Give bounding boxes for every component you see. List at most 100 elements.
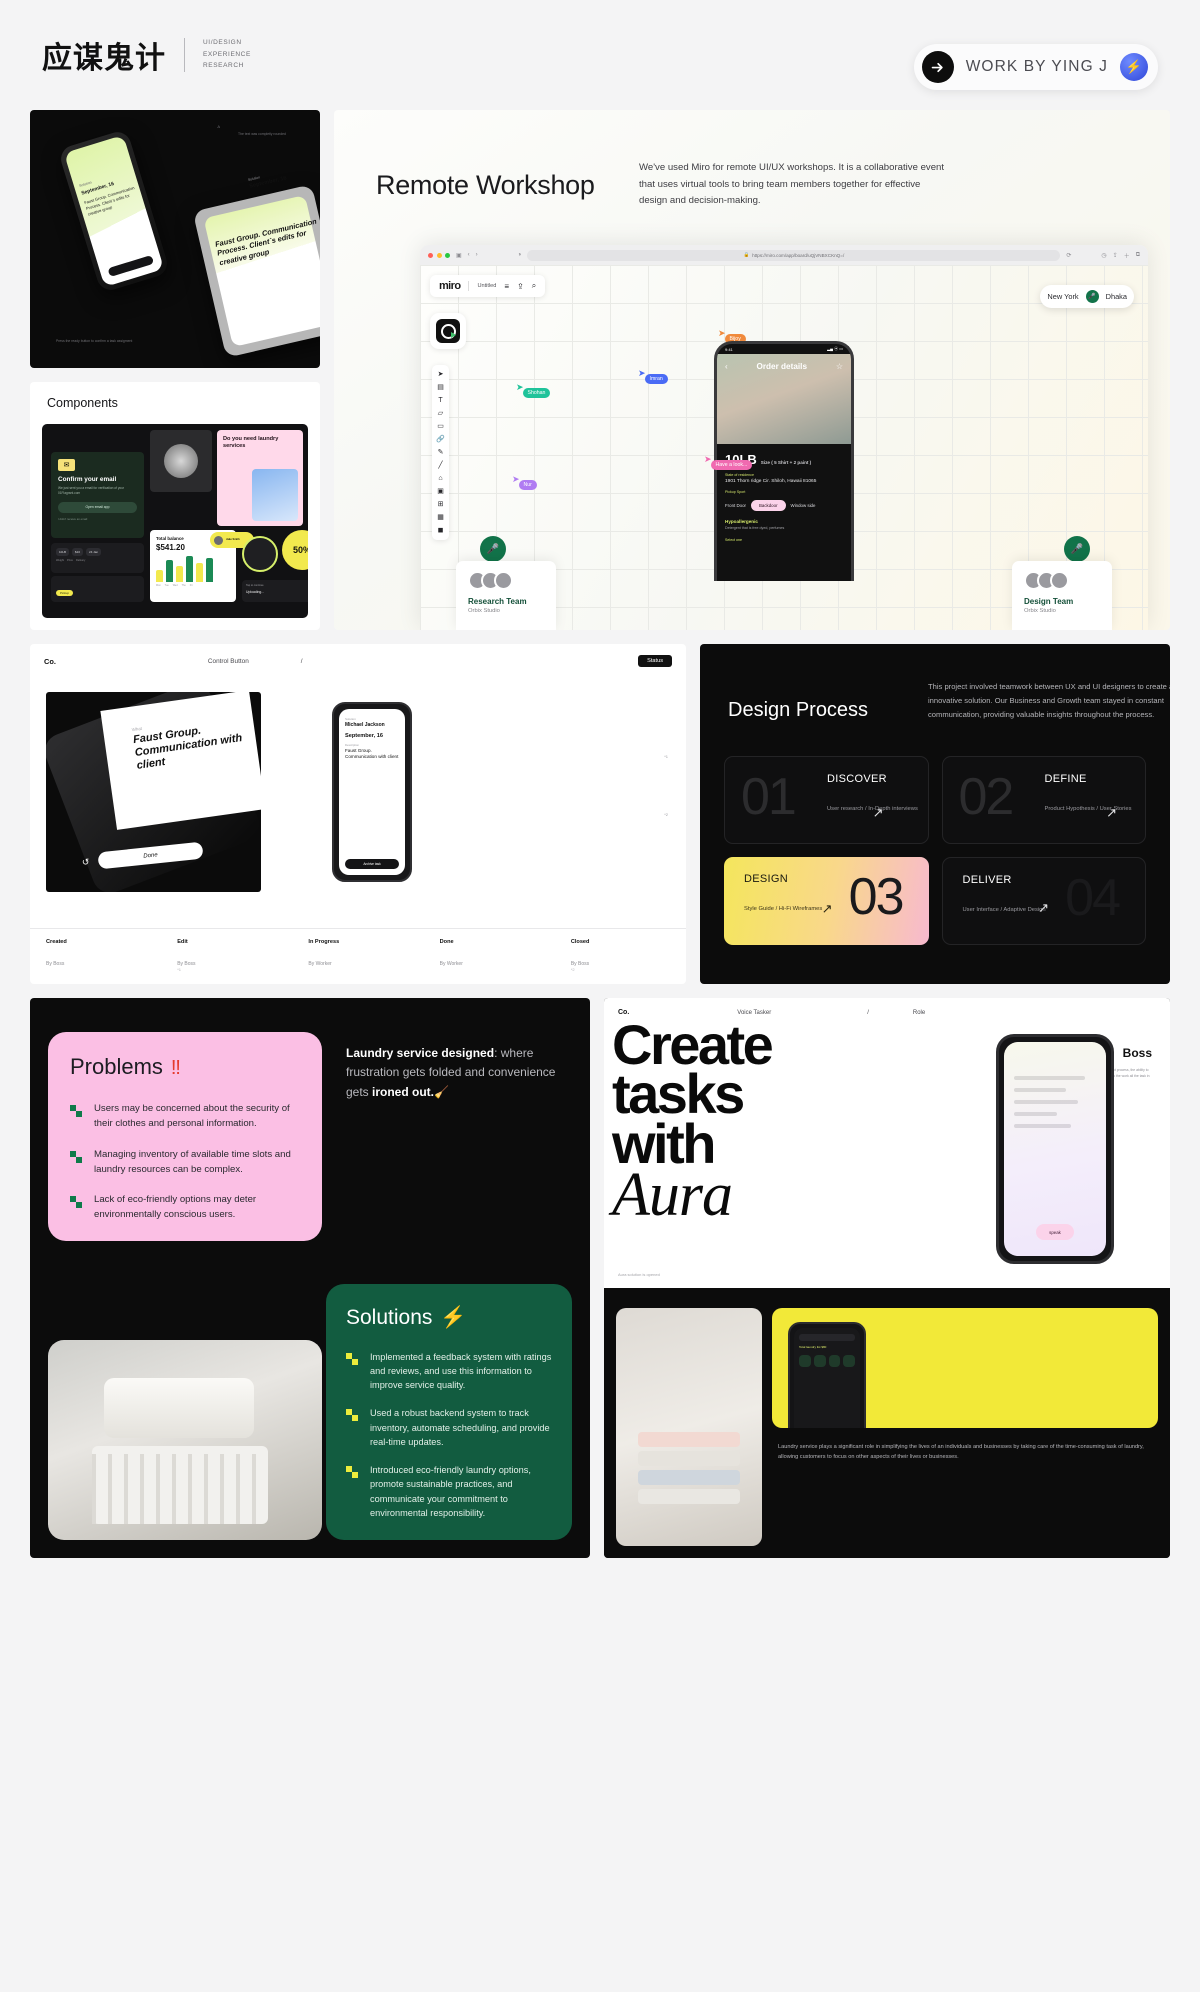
microphone-bubble-right[interactable]: 🎤: [1064, 536, 1090, 562]
yellow-showcase: Total laundry list $80: [772, 1308, 1158, 1428]
card-components: Components ✉ Confirm your email We just …: [30, 382, 320, 630]
towel-stack: [638, 1428, 740, 1504]
stat-chip-price: $10: [72, 548, 84, 556]
workshop-paragraph: We've used Miro for remote UI/UX worksho…: [639, 162, 945, 206]
spec-body: Faust Group. Communication with client: [345, 748, 399, 760]
undo-icon[interactable]: ↺: [81, 857, 90, 869]
apps-icon[interactable]: ⊞: [438, 501, 444, 508]
tabs-icon[interactable]: ⧉: [1136, 252, 1140, 259]
comment-icon[interactable]: ▭: [437, 423, 444, 430]
process-title: Design Process: [728, 699, 869, 721]
team-subtitle: Orbix Studio: [1024, 608, 1056, 614]
brand-subtitle: UI/DESIGN EXPERIENCE RESEARCH: [203, 39, 251, 71]
nav-forward-icon[interactable]: ›: [476, 252, 478, 258]
record-button[interactable]: speak: [1036, 1224, 1074, 1240]
chevron-left-icon[interactable]: ‹: [725, 362, 728, 371]
reload-icon[interactable]: ⟳: [1066, 252, 1071, 259]
sticky-note-icon[interactable]: ▤: [437, 384, 444, 391]
order-size-note: Size ( 5 Shirt + 2 paint ): [760, 460, 812, 465]
email-card-button[interactable]: Open email app: [58, 501, 137, 513]
upload-icon[interactable]: ⇪: [517, 282, 524, 291]
arrow-up-right-icon[interactable]: ↗: [873, 805, 884, 821]
star-icon[interactable]: ☆: [836, 362, 843, 371]
app-tile-icon[interactable]: [430, 313, 466, 349]
cursor-tool-icon[interactable]: ➤: [438, 371, 444, 378]
link-icon[interactable]: 🔗: [436, 436, 445, 443]
component-order-row[interactable]: Pickup Order 43256: [51, 576, 144, 602]
image-tool-icon[interactable]: ▣: [437, 488, 444, 495]
legend-wed: Wed: [172, 584, 178, 587]
arrow-up-right-icon[interactable]: ↗: [1038, 900, 1049, 916]
miro-file-name[interactable]: Untitled: [477, 283, 496, 289]
new-tab-icon[interactable]: ＋: [1124, 251, 1130, 260]
component-email-card[interactable]: ✉ Confirm your email We just sent you a …: [51, 452, 144, 538]
select-one-label[interactable]: Select one: [725, 538, 843, 542]
upload-tool-icon[interactable]: ◼: [438, 527, 444, 534]
step-label: DELIVER: [962, 874, 1012, 886]
reader-icon[interactable]: ◑: [518, 252, 522, 258]
aura-footer-note: Aura solution is opened: [618, 1271, 660, 1277]
phone-render-primary: Solution September, 16 Faust Group. Comm…: [57, 128, 171, 294]
shape-tool-icon[interactable]: ▱: [438, 410, 443, 417]
menu-icon[interactable]: ≡: [504, 282, 509, 291]
legend-mon: Mon: [156, 584, 161, 587]
brand-sub-line-2: EXPERIENCE: [203, 50, 251, 58]
line-tool-icon[interactable]: ╱: [438, 462, 442, 469]
heading-script-aura: Aura: [612, 1160, 733, 1229]
process-step-design[interactable]: 03 DESIGN Style Guide / Hi-Fi Wireframes…: [724, 857, 929, 945]
pickup-option-front-door[interactable]: Front Door: [725, 503, 746, 508]
location-pill[interactable]: New York 🎤 Dhaka: [1040, 285, 1134, 308]
bullet-square-icon: [70, 1150, 82, 1163]
nav-back-icon[interactable]: ‹: [468, 252, 470, 258]
arrow-up-right-icon[interactable]: ↗: [822, 901, 833, 917]
archive-task-button[interactable]: Archive task: [345, 859, 399, 869]
team-card-design[interactable]: Design Team Orbix Studio: [1012, 561, 1112, 630]
frame-tool-icon[interactable]: ⌂: [438, 475, 442, 482]
pickup-options[interactable]: Front Door Backdoor Window side: [725, 500, 843, 511]
showcase-icon-row: [799, 1355, 855, 1367]
text-tool-icon[interactable]: T: [438, 397, 442, 404]
pen-tool-icon[interactable]: ✎: [438, 449, 444, 456]
pickup-option-backdoor[interactable]: Backdoor: [750, 500, 786, 511]
miro-toolbar-top: miro Untitled ≡ ⇪ ⌕: [430, 275, 546, 297]
user-avatar-icon: ⚡: [1120, 53, 1148, 81]
sidebar-toggle-icon[interactable]: ▣: [456, 252, 462, 259]
step-sub: Product Hypothesis / User Stories: [1044, 806, 1132, 812]
search-icon[interactable]: ⌕: [532, 281, 536, 291]
courier-name: Jake Smith: [226, 537, 240, 541]
component-progress-ring: [242, 536, 278, 572]
footer-state: In Progress: [308, 939, 340, 945]
render-note-small: The text was completly rounded: [238, 132, 286, 136]
team-card-research[interactable]: Research Team Orbix Studio: [456, 561, 556, 630]
microphone-bubble-left[interactable]: 🎤: [480, 536, 506, 562]
tagline-block: Laundry service designed: where frustrat…: [346, 1044, 572, 1102]
tagline-strong-1: Laundry service designed: [346, 1046, 495, 1060]
share-icon[interactable]: ⇪: [1113, 252, 1118, 259]
pickup-option-window-side[interactable]: Window side: [791, 503, 816, 508]
team-title: Research Team: [468, 597, 527, 606]
cursor-imran: ➤ Imran: [638, 369, 668, 384]
miro-logo: miro: [439, 280, 461, 292]
process-step-discover[interactable]: 01 DISCOVER User research / In-Depth int…: [724, 756, 929, 844]
component-washer-image: [150, 430, 212, 492]
clock-icon[interactable]: ◷: [1101, 252, 1106, 259]
work-by-badge[interactable]: WORK BY YING J ⚡: [913, 44, 1158, 90]
more-tools-icon[interactable]: ▦: [437, 514, 444, 521]
arrow-up-right-icon[interactable]: ↗: [1106, 805, 1117, 821]
process-step-define[interactable]: 02 DEFINE Product Hypothesis / User Stor…: [941, 756, 1146, 844]
render-bottom-note: Press the ready button to confirm a task…: [56, 338, 133, 343]
window-controls[interactable]: [428, 252, 450, 258]
process-step-deliver[interactable]: 04 DELIVER User Interface / Adaptive Des…: [941, 857, 1146, 945]
microphone-icon[interactable]: 🎤: [1085, 290, 1099, 303]
miro-left-toolbar[interactable]: ➤ ▤ T ▱ ▭ 🔗 ✎ ╱ ⌂ ▣ ⊞ ▦ ◼: [432, 365, 449, 540]
email-card-note[interactable]: I didn't receive an email: [58, 517, 137, 521]
address-bar[interactable]: 🔒 https://miro.com/app/board/uQjVNBXCKnQ…: [527, 249, 1061, 261]
hypoallergenic-sub: Detergent that is free dyed, perfumes: [725, 526, 785, 530]
order-hero-image: ‹ Order details ☆: [717, 354, 851, 444]
component-laundry-card[interactable]: Do you need laundry services: [217, 430, 303, 526]
card-aura: Co. Voice Tasker / Role Boss The Boss in…: [604, 998, 1170, 1558]
footer-state: Edit: [177, 939, 188, 945]
component-bottom-row[interactable]: Tap to continue Uploading...: [242, 580, 308, 602]
folded-towel: [104, 1378, 254, 1438]
email-card-sub: We just sent you a email for verificatio…: [58, 486, 125, 495]
